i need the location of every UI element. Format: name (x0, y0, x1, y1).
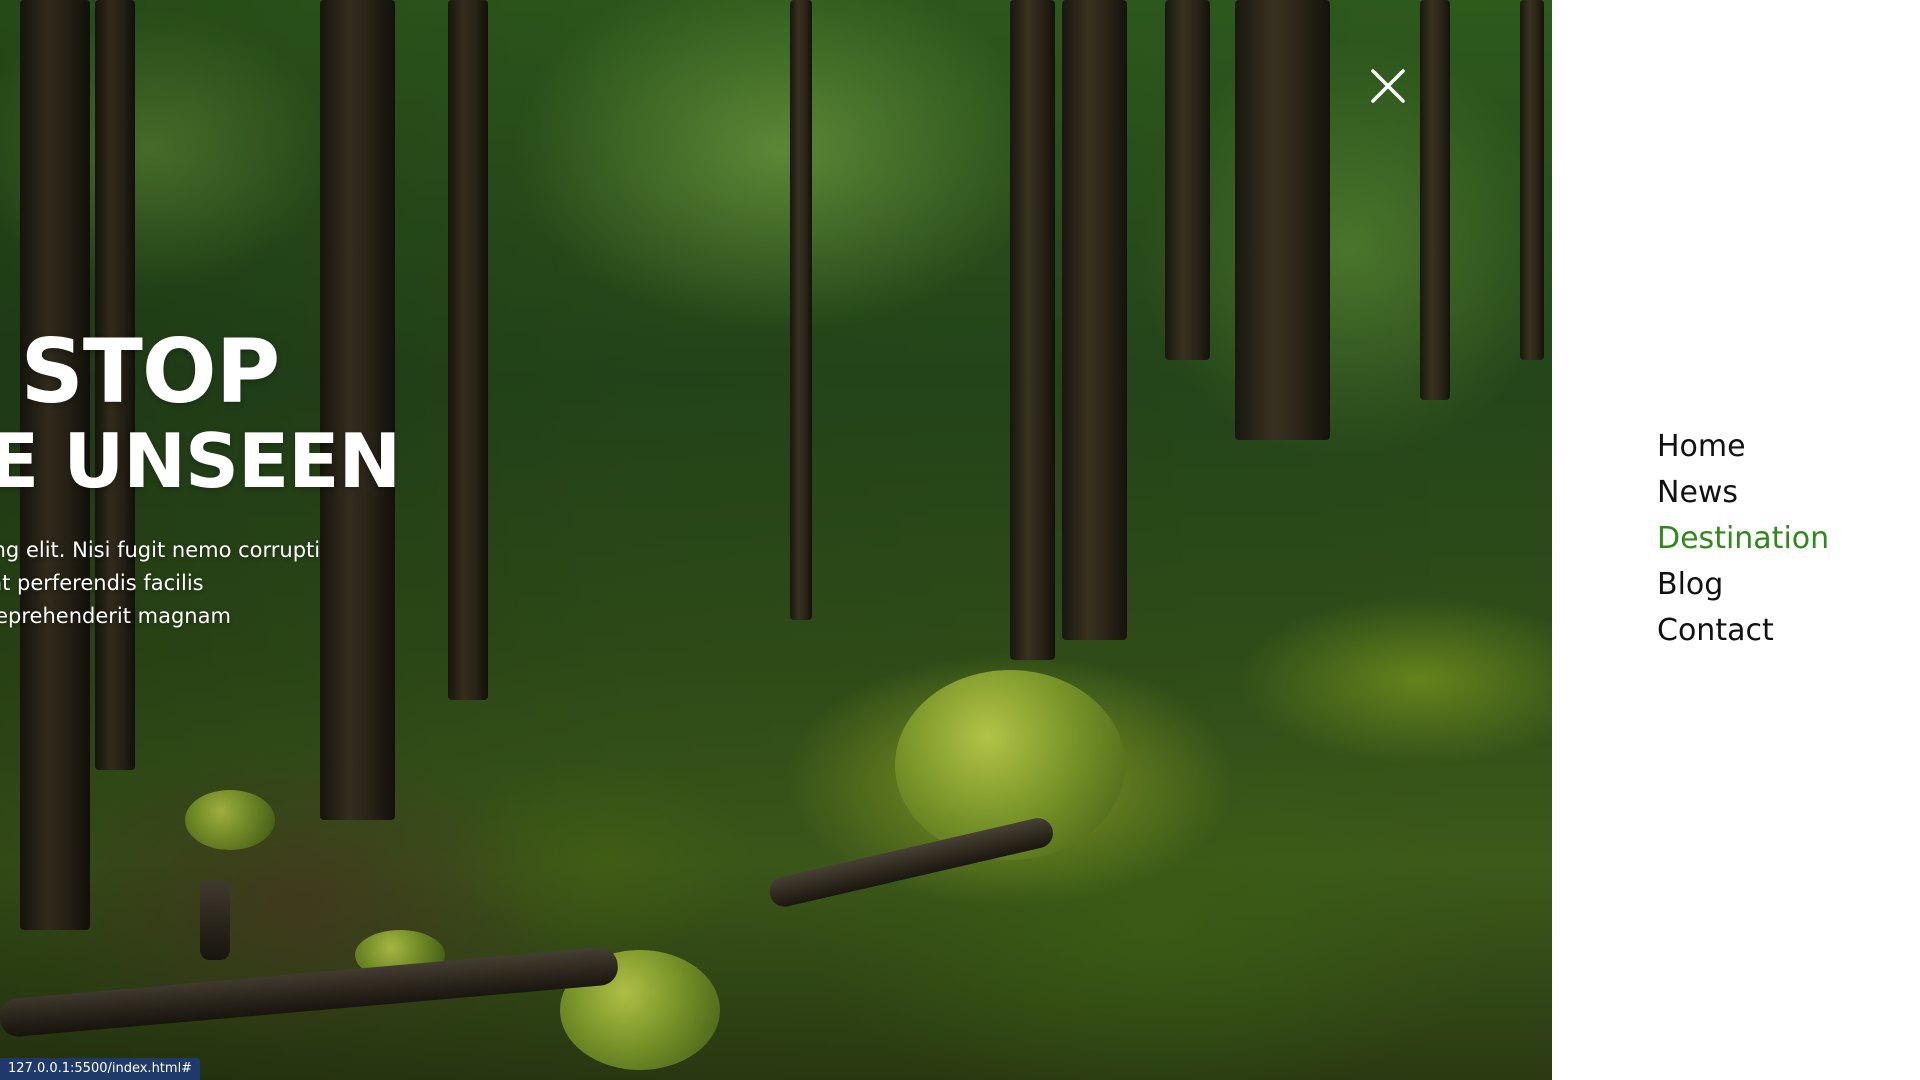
hero-title-line1: ER STOP (0, 320, 280, 423)
hero-description: amet consectetur adipisicing elit. Nisi … (0, 534, 635, 633)
hero-description-line: ssitatibus itaque maxime reprehenderit m… (0, 604, 231, 628)
hero-title: ER STOP RING THE UNSEEN (0, 320, 401, 505)
close-menu-button[interactable] (1370, 68, 1406, 104)
nav-item-blog[interactable]: Blog (1657, 562, 1829, 608)
status-bar-url: 127.0.0.1:5500/index.html# (0, 1058, 201, 1080)
close-icon (1371, 69, 1405, 103)
hero-title-line2: RING THE UNSEEN (0, 417, 401, 505)
sidebar-menu: Home News Destination Blog Contact (1552, 0, 1920, 1080)
hero-description-line: e ipsa error, asperiores sunt perferendi… (0, 571, 204, 595)
nav-item-home[interactable]: Home (1657, 424, 1829, 470)
page: ER STOP RING THE UNSEEN amet consectetur… (0, 0, 1920, 1080)
nav-item-contact[interactable]: Contact (1657, 608, 1829, 654)
hero-section: ER STOP RING THE UNSEEN amet consectetur… (0, 0, 1552, 1080)
hero-description-line: amet consectetur adipisicing elit. Nisi … (0, 538, 321, 562)
nav-item-news[interactable]: News (1657, 470, 1829, 516)
nav-menu: Home News Destination Blog Contact (1657, 424, 1829, 654)
nav-item-destination[interactable]: Destination (1657, 516, 1829, 562)
